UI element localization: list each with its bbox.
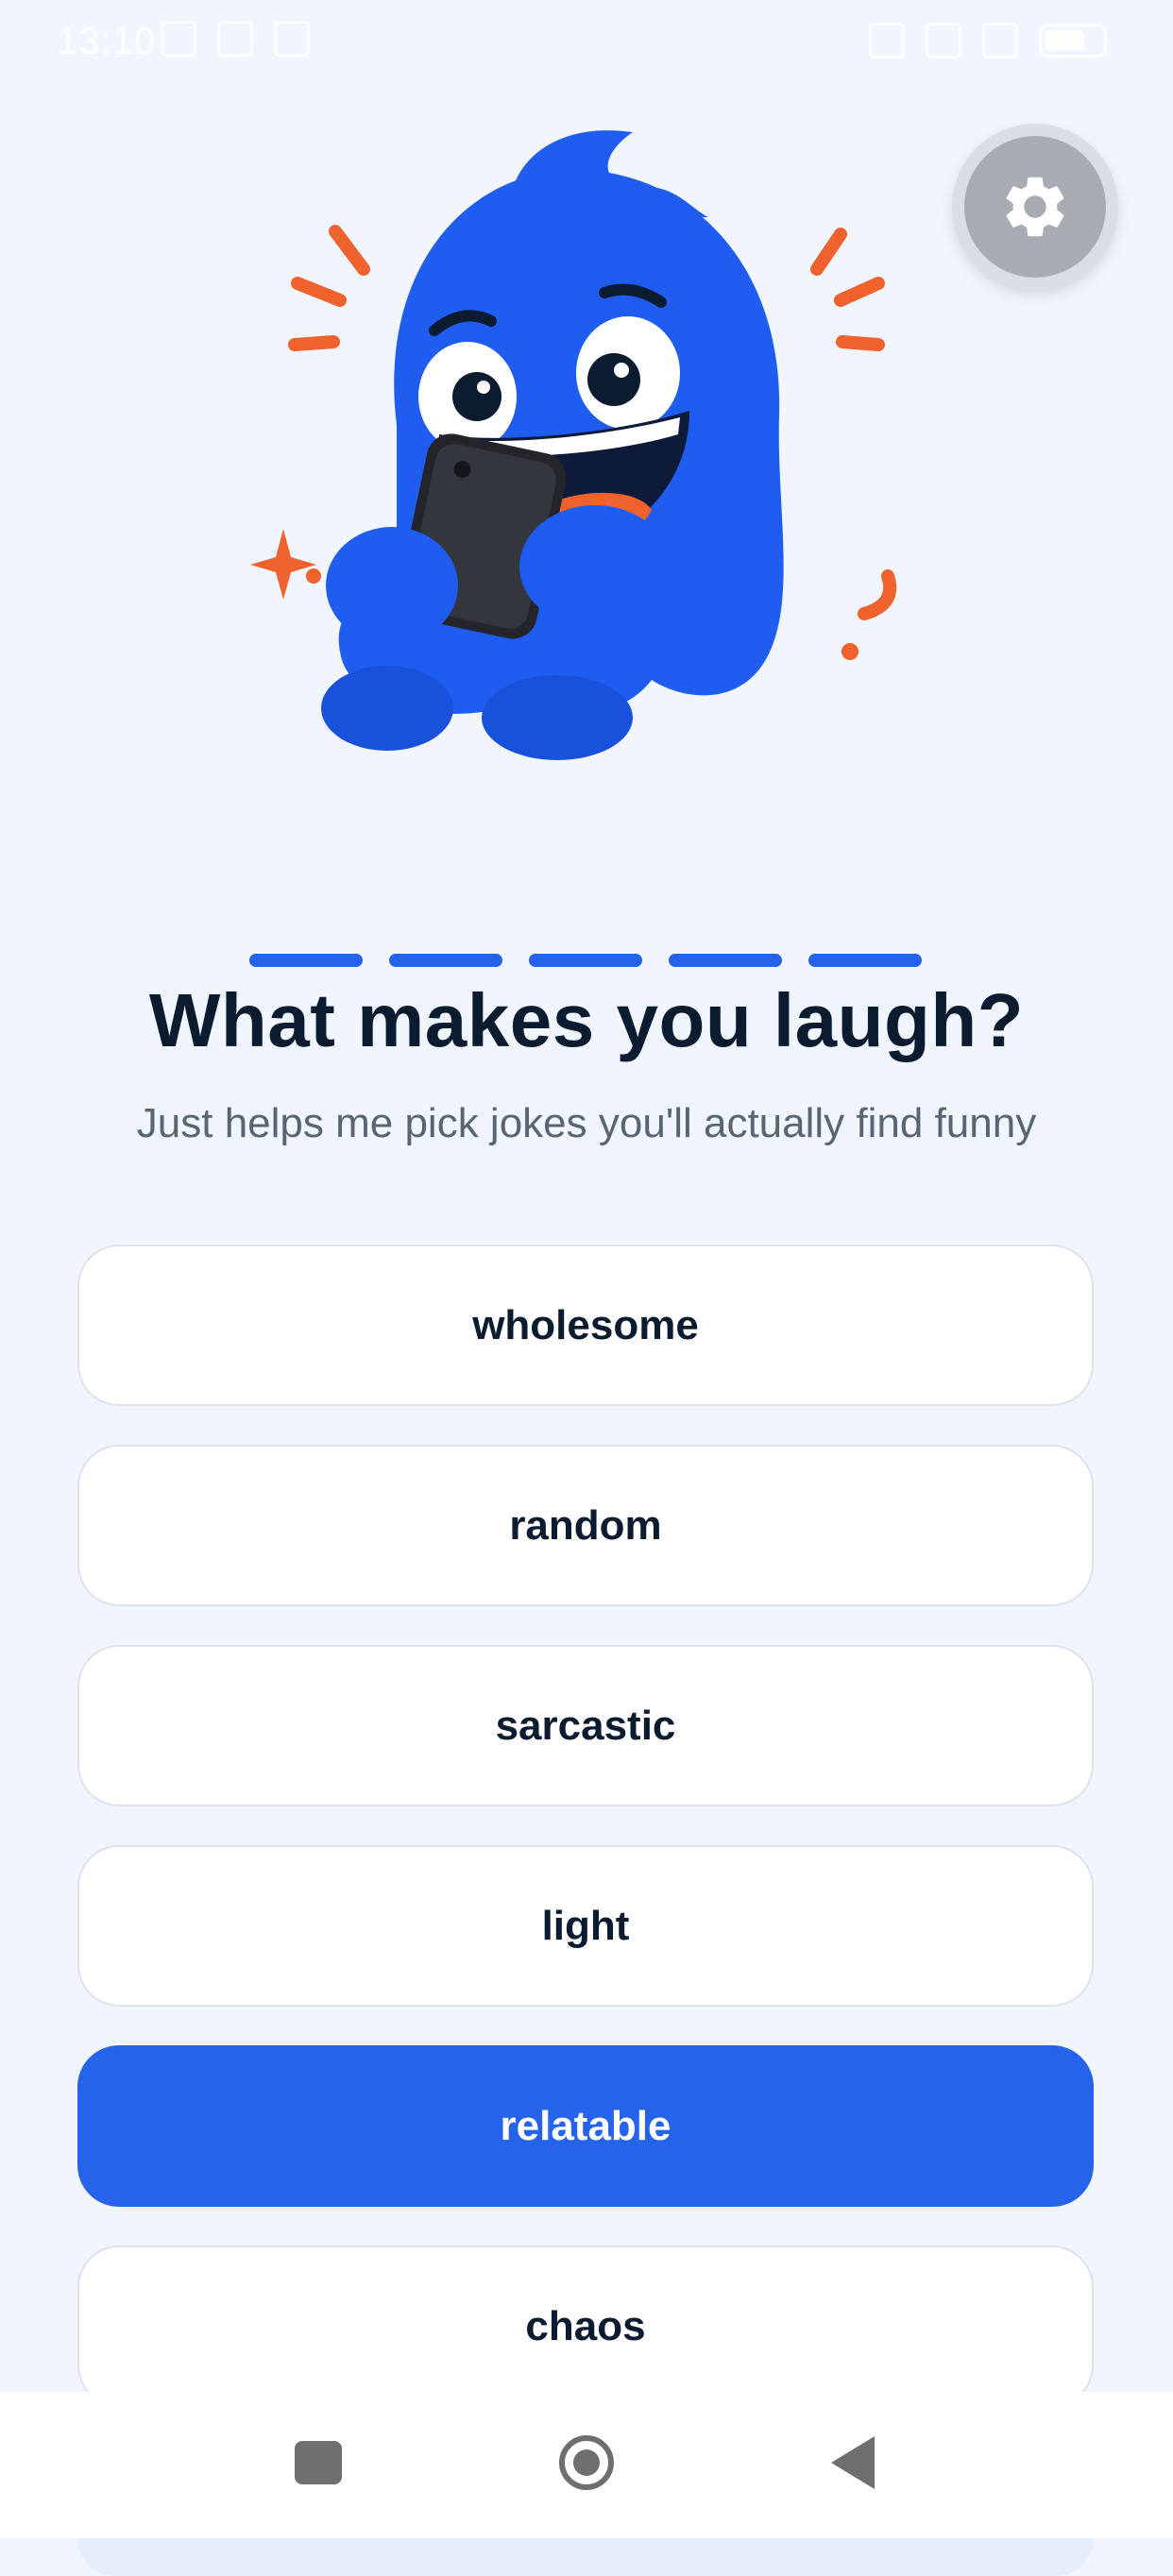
option-relatable[interactable]: relatable — [77, 2045, 1094, 2207]
status-system-icons — [869, 23, 1107, 59]
status-bar: 13:10 — [0, 0, 1173, 85]
blue-monster-icon — [250, 130, 897, 760]
home-button[interactable] — [553, 2430, 620, 2496]
sim-icon — [869, 23, 905, 59]
recents-button[interactable] — [285, 2430, 351, 2496]
gear-icon — [1006, 177, 1064, 237]
question-title: What makes you laugh? — [148, 978, 1025, 1062]
status-notification-icons — [161, 21, 310, 57]
square-icon — [295, 2441, 342, 2484]
question-subtitle: Just helps me pick jokes you'll actually… — [136, 1100, 1037, 1146]
option-light[interactable]: light — [77, 1845, 1094, 2007]
progress-step — [529, 954, 642, 967]
progress-step — [389, 954, 502, 967]
progress-step — [669, 954, 782, 967]
circle-icon — [559, 2435, 614, 2490]
options-list: wholesome random sarcastic light relatab… — [77, 1245, 1094, 2446]
notification-icon — [161, 21, 196, 57]
option-chaos[interactable]: chaos — [77, 2246, 1094, 2407]
progress-indicator — [249, 954, 922, 967]
warning-icon — [217, 21, 253, 57]
back-button[interactable] — [820, 2430, 886, 2496]
system-nav-bar — [0, 2392, 1173, 2538]
status-time: 13:10 — [57, 21, 157, 62]
option-wholesome[interactable]: wholesome — [77, 1245, 1094, 1406]
settings-button-face — [964, 136, 1106, 278]
battery-icon — [1039, 24, 1107, 58]
progress-step — [249, 954, 363, 967]
settings-button[interactable] — [952, 124, 1118, 290]
progress-step — [808, 954, 922, 967]
triangle-back-icon — [831, 2436, 875, 2489]
warning-icon — [274, 21, 310, 57]
signal-icon — [926, 23, 961, 59]
option-sarcastic[interactable]: sarcastic — [77, 1645, 1094, 1806]
option-random[interactable]: random — [77, 1445, 1094, 1606]
wifi-icon — [982, 23, 1018, 59]
mascot-illustration — [236, 113, 916, 774]
